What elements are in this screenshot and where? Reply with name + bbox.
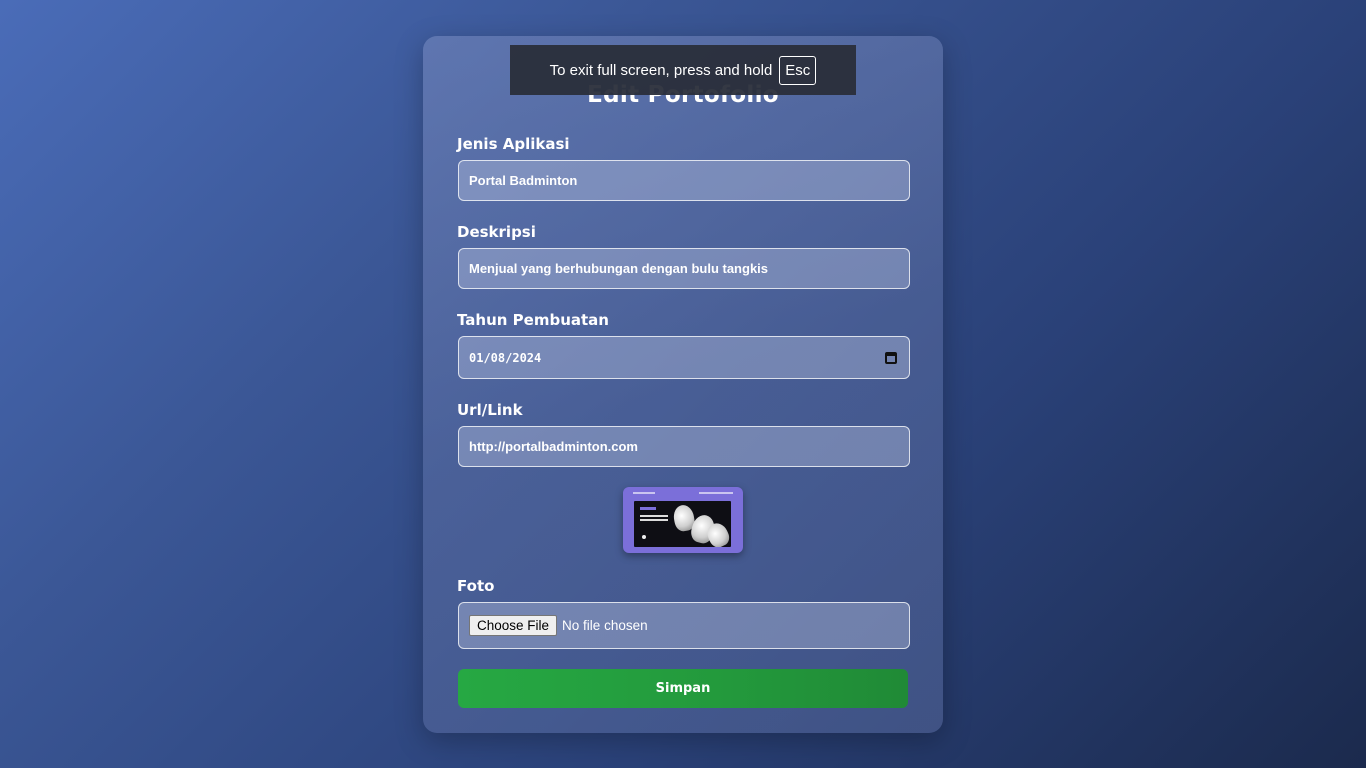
calendar-icon[interactable] — [885, 351, 897, 364]
save-button[interactable]: Simpan — [458, 669, 908, 708]
tahun-pembuatan-value: 01/08/2024 — [469, 350, 542, 365]
tahun-pembuatan-date-input[interactable]: 01/08/2024 — [458, 336, 910, 379]
label-deskripsi: Deskripsi — [457, 223, 536, 241]
foto-file-input[interactable]: Choose File No file chosen — [458, 602, 910, 649]
fullscreen-notice: To exit full screen, press and hold Esc — [510, 45, 856, 95]
deskripsi-value: Menjual yang berhubungan dengan bulu tan… — [469, 261, 769, 276]
deskripsi-input[interactable]: Menjual yang berhubungan dengan bulu tan… — [458, 248, 910, 289]
thumbnail-nav — [633, 491, 733, 495]
jenis-aplikasi-input[interactable]: Portal Badminton — [458, 160, 910, 201]
label-tahun-pembuatan: Tahun Pembuatan — [457, 311, 609, 329]
fullscreen-notice-text: To exit full screen, press and hold — [549, 61, 773, 79]
esc-key-badge: Esc — [779, 55, 817, 85]
jenis-aplikasi-value: Portal Badminton — [469, 173, 578, 188]
file-status: No file chosen — [562, 618, 648, 633]
label-jenis-aplikasi: Jenis Aplikasi — [457, 135, 570, 153]
url-input[interactable]: http://portalbadminton.com — [458, 426, 910, 467]
url-value: http://portalbadminton.com — [469, 439, 638, 454]
portfolio-thumbnail — [623, 487, 743, 553]
choose-file-button[interactable]: Choose File — [469, 615, 558, 636]
label-url: Url/Link — [457, 401, 523, 419]
thumbnail-screen — [634, 501, 731, 547]
label-foto: Foto — [457, 577, 495, 595]
